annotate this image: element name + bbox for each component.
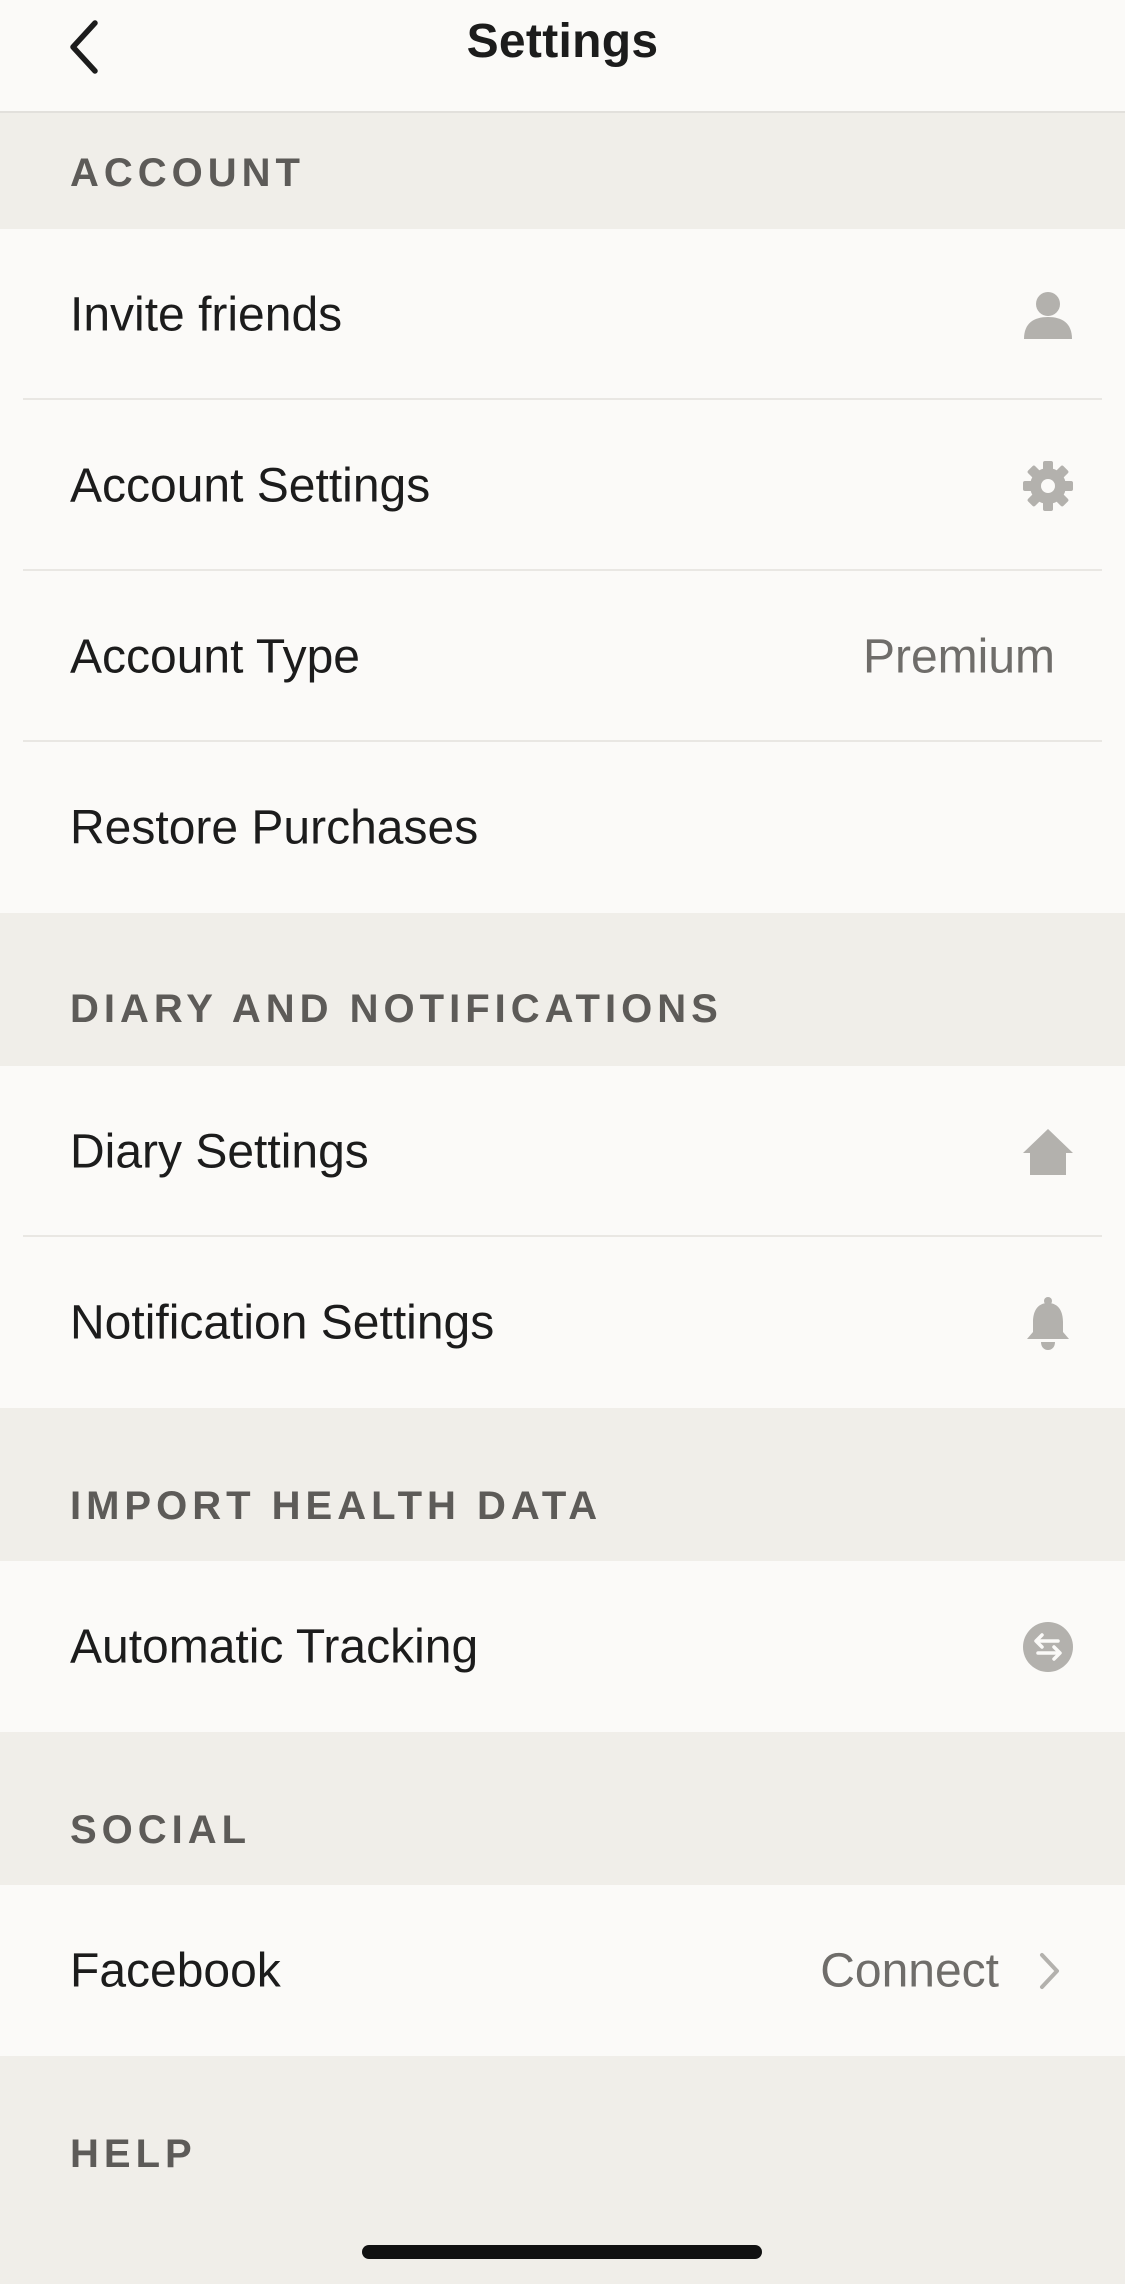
diary-group: Diary Settings Notification Settings [0, 1066, 1125, 1408]
row-label: Diary Settings [70, 1125, 369, 1178]
notification-settings-row[interactable]: Notification Settings [0, 1237, 1125, 1408]
sync-arrows-icon [1021, 1620, 1075, 1674]
bell-icon [1021, 1296, 1075, 1350]
facebook-row[interactable]: Facebook Connect [0, 1885, 1125, 2056]
row-label: Invite friends [70, 288, 343, 341]
row-label: Notification Settings [70, 1296, 495, 1349]
section-header-account: ACCOUNT [0, 115, 1125, 229]
social-group: Facebook Connect [0, 1885, 1125, 2056]
account-settings-row[interactable]: Account Settings [0, 400, 1125, 571]
account-group: Invite friends Account Settings Account … [0, 229, 1125, 913]
section-header-health: IMPORT HEALTH DATA [0, 1408, 1125, 1561]
diary-settings-row[interactable]: Diary Settings [0, 1066, 1125, 1237]
row-label: Account Type [70, 630, 360, 683]
row-label: Restore Purchases [70, 801, 479, 854]
section-header-social: SOCIAL [0, 1732, 1125, 1885]
person-icon [1021, 288, 1075, 342]
section-header-diary: DIARY AND NOTIFICATIONS [0, 913, 1125, 1066]
section-title: IMPORT HEALTH DATA [70, 1484, 603, 1528]
section-title: HELP [70, 2132, 197, 2176]
row-label: Account Settings [70, 459, 431, 512]
chevron-right-icon [1023, 1944, 1077, 1998]
account-type-value: Premium [862, 630, 1055, 683]
automatic-tracking-row[interactable]: Automatic Tracking [0, 1561, 1125, 1732]
section-title: SOCIAL [70, 1808, 252, 1852]
settings-screen: Settings ACCOUNT Invite friends Account … [0, 0, 1125, 2284]
restore-purchases-row[interactable]: Restore Purchases [0, 742, 1125, 913]
facebook-connect-value: Connect [820, 1944, 999, 1997]
row-label: Facebook [70, 1944, 281, 1997]
health-group: Automatic Tracking [0, 1561, 1125, 1732]
page-title: Settings [466, 15, 659, 68]
section-title: DIARY AND NOTIFICATIONS [70, 987, 723, 1031]
account-type-row[interactable]: Account Type Premium [0, 571, 1125, 742]
row-label: Automatic Tracking [70, 1620, 479, 1673]
nav-header: Settings [0, 0, 1125, 113]
home-indicator[interactable] [362, 2245, 762, 2259]
gear-icon [1021, 459, 1075, 513]
home-icon [1021, 1125, 1075, 1179]
invite-friends-row[interactable]: Invite friends [0, 229, 1125, 400]
section-title: ACCOUNT [70, 151, 305, 195]
